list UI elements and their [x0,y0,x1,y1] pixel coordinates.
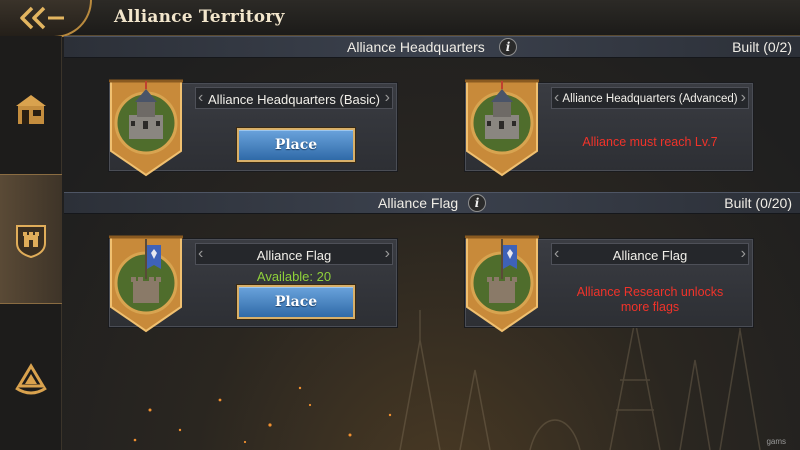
info-icon[interactable]: i [468,194,486,212]
top-bar: Alliance Territory [0,0,800,38]
name-bar: ‹ Alliance Flag › [195,243,393,265]
card-name: Alliance Flag [256,248,332,263]
section-header-headquarters: Alliance Headquarters i Built (0/2) [64,36,800,58]
info-icon[interactable]: i [499,38,517,56]
requirement-line-1: Alliance Research unlocks [576,285,724,299]
tab-territory[interactable] [0,174,62,304]
built-count: Built (0/2) [732,39,792,55]
name-bar: ‹ Alliance Headquarters (Advanced) › [551,87,749,109]
headquarters-castle-icon [465,79,539,177]
built-count: Built (0/20) [724,195,792,211]
available-count: Available: 20 [256,269,332,284]
requirement-message: Alliance must reach Lv.7 [582,135,718,149]
card-alliance-flag-locked: ‹ Alliance Flag › Alliance Research unlo… [464,235,754,333]
sidebar [0,36,62,450]
name-bar: ‹ Alliance Headquarters (Basic) › [195,87,393,109]
watermark: gams [766,437,786,446]
flag-tower-icon [465,235,539,333]
requirement-line-2: more flags [620,300,680,314]
section-title: Alliance Headquarters [347,39,485,55]
headquarters-castle-icon [109,79,183,177]
tab-buildings[interactable] [0,44,62,174]
alliance-emblem-icon [15,363,47,395]
card-name: Alliance Headquarters (Advanced) [562,93,738,105]
tab-alliance[interactable] [0,314,62,444]
name-bar: ‹ Alliance Flag › [551,243,749,265]
back-button[interactable] [0,0,92,38]
section-title: Alliance Flag [378,195,459,211]
ember-sparks [133,386,392,444]
chevron-right-icon[interactable]: › [385,245,390,263]
chevron-right-icon[interactable]: › [385,89,390,107]
place-button[interactable]: Place [237,285,355,319]
chevron-right-icon[interactable]: › [741,89,746,107]
card-alliance-flag: ‹ Alliance Flag › Available: 20 Place [108,235,398,333]
double-chevron-left-icon [20,6,64,30]
chevron-right-icon[interactable]: › [741,245,746,263]
card-name: Alliance Flag [612,248,688,263]
flag-tower-icon [109,235,183,333]
card-headquarters-advanced: ‹ Alliance Headquarters (Advanced) › All… [464,79,754,177]
fortress-shield-icon [16,225,46,259]
requirement-message: Alliance Research unlocks more flags [551,285,749,315]
place-button[interactable]: Place [237,128,355,162]
card-name: Alliance Headquarters (Basic) [208,92,380,107]
section-header-flag: Alliance Flag i Built (0/20) [64,192,800,214]
card-headquarters-basic: ‹ Alliance Headquarters (Basic) › Place [108,79,398,177]
page-title: Alliance Territory [114,7,285,27]
building-icon [16,95,46,124]
